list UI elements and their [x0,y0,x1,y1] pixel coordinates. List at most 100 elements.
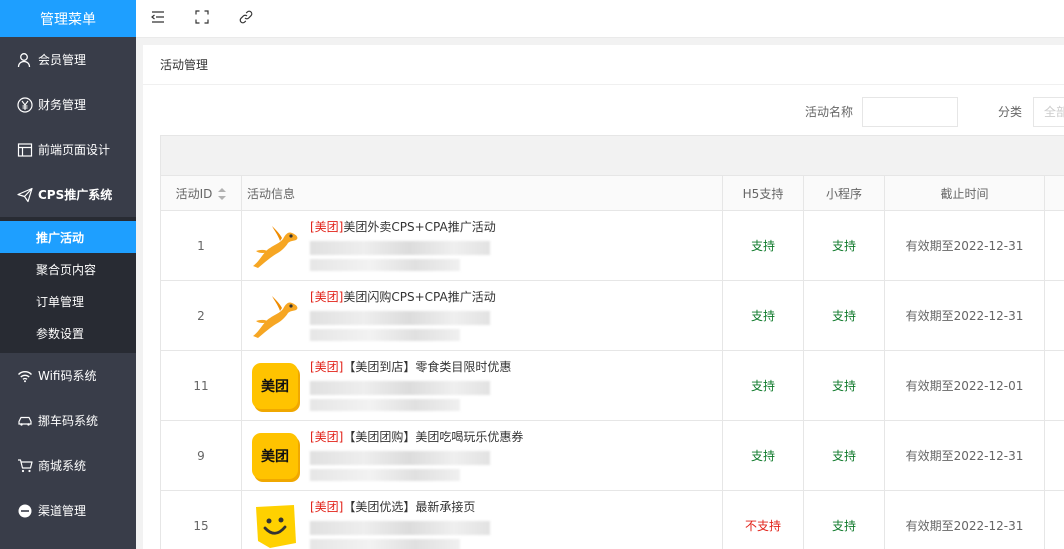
cell-deadline: 有效期至2022-12-31 [884,210,1045,281]
cell-id: 2 [160,280,242,351]
table-header-row: 活动ID 活动信息 H5支持 小程序 截止时间 [160,175,1064,211]
source-tag: [美团] [310,500,344,514]
sidebar-item-label: Wifi码系统 [38,369,97,383]
fullscreen-button[interactable] [180,0,224,38]
activity-text: [美团]美团闪购CPS+CPA推广活动 [310,289,496,341]
cell-deadline: 有效期至2022-12-31 [884,420,1045,491]
cell-deadline: 有效期至2022-12-31 [884,490,1045,549]
sidebar-item-cps[interactable]: CPS推广系统 [0,172,136,217]
activity-title[interactable]: [美团]【美团优选】最新承接页 [310,499,490,515]
col-header-info: 活动信息 [241,175,723,211]
col-header-h5: H5支持 [722,175,804,211]
filter-bar: 活动名称 分类 全部 [143,97,1064,127]
activity-name-input[interactable] [862,97,958,127]
cell-info: 美团 [美团]【美团到店】零食类目限时优惠 [241,350,723,421]
menu-toggle-icon [151,10,165,27]
sidebar-item-label: 渠道管理 [38,504,87,518]
main-content: 活动管理 活动名称 分类 全部 活动ID 活动信息 H5支持 小程序 截止时间 [143,45,1064,549]
cell-miniprogram: 支持 [803,350,885,421]
cell-deadline: 有效期至2022-12-31 [884,280,1045,351]
yen-icon [16,96,34,114]
table-row: 2 [美团]美团闪购CPS+CPA推广活动 支持 支持 有效期至2022-12-31 [160,280,1064,351]
wifi-icon [16,367,34,385]
sidebar-item-channels[interactable]: 渠道管理 [0,488,136,533]
blurred-text [310,241,490,255]
fullscreen-icon [195,10,209,27]
cell-id: 9 [160,420,242,491]
cell-info: [美团]美团外卖CPS+CPA推广活动 [241,210,723,281]
cell-info: [美团]美团闪购CPS+CPA推广活动 [241,280,723,351]
send-icon [16,186,34,204]
blurred-text [310,381,490,395]
col-header-deadline: 截止时间 [884,175,1045,211]
sidebar-submenu-cps: 推广活动 聚合页内容 订单管理 参数设置 [0,217,136,353]
sidebar-item-shop[interactable]: 商城系统 [0,443,136,488]
sidebar-subitem-settings[interactable]: 参数设置 [0,317,136,349]
activity-text: [美团]美团外卖CPS+CPA推广活动 [310,219,496,271]
cell-id: 11 [160,350,242,421]
activity-title[interactable]: [美团]【美团到店】零食类目限时优惠 [310,359,511,375]
blurred-text [310,399,460,411]
cell-miniprogram: 支持 [803,490,885,549]
blurred-text [310,521,490,535]
meituan-logo: 美团 [250,361,300,411]
activity-text: [美团]【美团到店】零食类目限时优惠 [310,359,511,411]
cell-miniprogram: 支持 [803,420,885,491]
sidebar-item-label: 挪车码系统 [38,414,99,428]
blurred-text [310,259,460,271]
cell-miniprogram: 支持 [803,210,885,281]
sidebar-subitem-orders[interactable]: 订单管理 [0,285,136,317]
table-row: 1 [美团]美团外卖CPS+CPA推广活动 支持 支持 有效期至2022-12-31 [160,210,1064,281]
link-button[interactable] [224,0,268,38]
source-tag: [美团] [310,360,344,374]
sidebar-subitem-aggregate-content[interactable]: 聚合页内容 [0,253,136,285]
page-title: 活动管理 [143,45,1064,85]
activity-title[interactable]: [美团]美团外卖CPS+CPA推广活动 [310,219,496,235]
sidebar-item-frontend-design[interactable]: 前端页面设计 [0,127,136,172]
cell-more [1044,280,1064,351]
blurred-text [310,469,460,481]
cell-info: 美团 [美团]【美团团购】美团吃喝玩乐优惠券 [241,420,723,491]
blurred-text [310,311,490,325]
activity-title[interactable]: [美团]【美团团购】美团吃喝玩乐优惠券 [310,429,523,445]
cell-miniprogram: 支持 [803,280,885,351]
cart-icon [16,457,34,475]
sidebar-item-move-car[interactable]: 挪车码系统 [0,398,136,443]
sidebar: 管理菜单 会员管理 财务管理 前端页面设计 CPS推广系统 推广活动 聚合页内容… [0,0,136,549]
activity-name-label: 活动名称 [805,105,854,119]
cell-h5: 支持 [722,210,804,281]
sidebar-item-wifi[interactable]: Wifi码系统 [0,353,136,398]
sidebar-item-finance[interactable]: 财务管理 [0,82,136,127]
meituan-logo: 美团 [250,431,300,481]
cell-more [1044,420,1064,491]
source-tag: [美团] [310,290,344,304]
sidebar-item-label: 前端页面设计 [38,143,111,157]
sidebar-item-label: 商城系统 [38,459,87,473]
cell-h5: 不支持 [722,490,804,549]
blurred-text [310,329,460,341]
menu-toggle-button[interactable] [136,0,180,38]
sidebar-item-label: 会员管理 [38,53,87,67]
category-label: 分类 [998,105,1023,119]
cell-h5: 支持 [722,350,804,421]
sidebar-item-members[interactable]: 会员管理 [0,37,136,82]
cell-id: 1 [160,210,242,281]
kangaroo-thumbnail [250,221,300,271]
smile-thumbnail [250,501,300,549]
user-icon [16,51,34,69]
category-select[interactable]: 全部 [1033,97,1064,127]
cell-more [1044,350,1064,421]
kangaroo-thumbnail [250,291,300,341]
col-header-id[interactable]: 活动ID [160,175,242,211]
col-header-more [1044,175,1064,211]
sidebar-item-label: 财务管理 [38,98,87,112]
sort-icon[interactable] [218,188,227,200]
link-icon [239,10,253,27]
cell-deadline: 有效期至2022-12-01 [884,350,1045,421]
layout-icon [16,141,34,159]
source-tag: [美团] [310,220,344,234]
col-header-miniprogram: 小程序 [803,175,885,211]
activity-title[interactable]: [美团]美团闪购CPS+CPA推广活动 [310,289,496,305]
table-toolbar [160,135,1064,176]
sidebar-subitem-promo-activities[interactable]: 推广活动 [0,221,136,253]
